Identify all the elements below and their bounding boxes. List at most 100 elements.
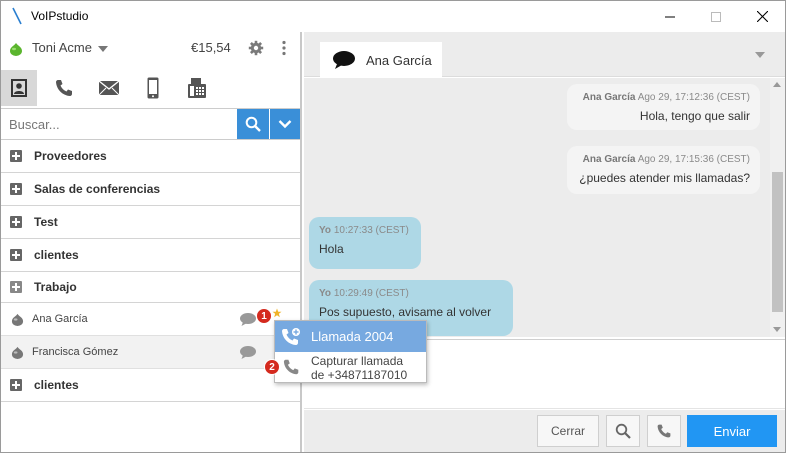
window-title: VoIPstudio (31, 9, 89, 23)
presence-status-icon (11, 313, 24, 326)
tab-contacts[interactable] (1, 70, 37, 106)
app-logo-icon (12, 7, 22, 25)
pickup-call-label-line1: Capturar llamada (311, 354, 404, 368)
message-outgoing: Yo 10:27:33 (CEST) Hola (309, 217, 421, 269)
group-trabajo[interactable]: Trabajo (1, 272, 300, 303)
expand-plus-icon[interactable] (10, 183, 22, 195)
pickup-call-menu-item[interactable]: Capturar llamada de +34871187010 (275, 352, 426, 382)
contacts-icon (11, 79, 27, 97)
group-clientes-2[interactable]: clientes (1, 369, 300, 402)
group-label: Proveedores (34, 149, 107, 163)
contact-name: Ana García (32, 313, 88, 325)
message-header: Yo 10:27:33 (CEST) (319, 225, 411, 236)
call-extension-label: Llamada 2004 (311, 329, 394, 344)
phone-call-icon (282, 328, 300, 345)
step-badge-2: 2 (264, 359, 280, 375)
gear-icon[interactable] (248, 40, 264, 56)
chat-bubble-icon[interactable] (239, 312, 257, 327)
tab-messages[interactable] (91, 70, 127, 106)
contacts-pane: Toni Acme €15,54 Buscar... Proveedores S… (1, 32, 302, 452)
message-header: Ana García Ago 29, 17:15:36 (CEST) (577, 154, 750, 165)
message-time: Ago 29, 17:15:36 (CEST) (637, 154, 750, 165)
account-name[interactable]: Toni Acme (32, 40, 92, 55)
group-label: Trabajo (34, 280, 77, 294)
minimize-icon (665, 16, 675, 17)
expand-plus-icon[interactable] (10, 216, 22, 228)
message-history: Ana García Ago 29, 17:12:36 (CEST) Hola,… (304, 78, 785, 337)
message-incoming: Ana García Ago 29, 17:15:36 (CEST) ¿pued… (567, 146, 760, 194)
fax-icon (188, 78, 206, 98)
search-conversation-button[interactable] (606, 415, 640, 447)
presence-status-icon (11, 346, 24, 359)
conversation-tab-label: Ana García (366, 53, 432, 68)
search-filter-dropdown[interactable] (270, 109, 300, 139)
chat-bubble-icon (333, 51, 355, 69)
tab-conversation-ana-garcia[interactable]: Ana García (320, 42, 442, 78)
conversation-menu-caret-icon[interactable] (755, 52, 765, 58)
maximize-button[interactable] (693, 1, 739, 32)
group-label: clientes (34, 248, 79, 262)
scroll-up-arrow-icon[interactable] (773, 82, 781, 87)
group-label: Test (34, 215, 58, 229)
contact-row-francisca-gomez[interactable]: Francisca Gómez (1, 336, 300, 369)
account-menu-caret-icon[interactable] (98, 46, 108, 52)
scroll-down-arrow-icon[interactable] (773, 327, 781, 332)
close-icon (756, 11, 768, 22)
group-proveedores[interactable]: Proveedores (1, 140, 300, 173)
close-conversation-button[interactable]: Cerrar (537, 415, 599, 447)
phone-pickup-icon (283, 359, 299, 375)
mobile-icon (147, 77, 159, 99)
group-salas-de-conferencias[interactable]: Salas de conferencias (1, 173, 300, 206)
pickup-call-label-line2: de +34871187010 (311, 368, 408, 382)
scrollbar-thumb[interactable] (772, 172, 783, 312)
tab-calls[interactable] (46, 70, 82, 106)
account-balance: €15,54 (191, 40, 231, 55)
message-text: Hola, tengo que salir (639, 109, 750, 123)
call-contact-button[interactable] (647, 415, 681, 447)
search-icon (245, 116, 261, 132)
favorite-star-icon[interactable] (272, 308, 282, 318)
message-incoming: Ana García Ago 29, 17:12:36 (CEST) Hola,… (567, 84, 760, 130)
chat-bubble-icon[interactable] (239, 345, 257, 360)
conversation-tabs: Ana García (304, 32, 785, 78)
maximize-icon (711, 11, 721, 22)
more-options-icon[interactable] (281, 40, 287, 56)
message-text: ¿puedes atender mis llamadas? (579, 171, 750, 185)
send-button[interactable]: Enviar (687, 415, 777, 447)
search-icon (615, 423, 631, 439)
app-window: VoIPstudio Toni Acme €15,54 Buscar... Pr… (0, 0, 786, 453)
presence-status-icon[interactable] (9, 42, 23, 56)
step-badge-1: 1 (256, 308, 272, 324)
phone-icon (657, 424, 671, 438)
close-window-button[interactable] (739, 1, 785, 32)
group-clientes[interactable]: clientes (1, 239, 300, 272)
contact-row-ana-garcia[interactable]: Ana García (1, 303, 300, 336)
account-bar: Toni Acme €15,54 (1, 32, 300, 65)
call-actions-popup: Llamada 2004 Capturar llamada de +348711… (274, 320, 427, 383)
call-extension-menu-item[interactable]: Llamada 2004 (275, 321, 426, 352)
message-scrollbar[interactable] (770, 78, 785, 337)
conversation-pane: Ana García Ana García Ago 29, 17:12:36 (… (304, 32, 785, 452)
mail-icon (98, 80, 120, 96)
message-text: Hola (319, 242, 344, 256)
message-time: 10:27:33 (CEST) (333, 225, 409, 236)
group-label: clientes (34, 378, 79, 392)
expand-plus-icon[interactable] (10, 379, 22, 391)
message-text: Pos supuesto, avisame al volver (319, 305, 492, 319)
message-sender: Yo (319, 288, 332, 299)
nav-tabs (1, 70, 300, 106)
message-header: Ana García Ago 29, 17:12:36 (CEST) (577, 92, 750, 103)
group-test[interactable]: Test (1, 206, 300, 239)
title-bar: VoIPstudio (1, 1, 785, 32)
collapse-icon[interactable] (10, 281, 22, 293)
expand-plus-icon[interactable] (10, 150, 22, 162)
message-header: Yo 10:29:49 (CEST) (319, 288, 503, 299)
minimize-button[interactable] (647, 1, 693, 32)
search-button[interactable] (237, 109, 269, 139)
tab-mobile[interactable] (135, 70, 171, 106)
expand-plus-icon[interactable] (10, 249, 22, 261)
search-bar (1, 108, 300, 140)
tab-fax[interactable] (179, 70, 215, 106)
phone-icon (56, 80, 72, 96)
search-input[interactable] (1, 109, 237, 139)
